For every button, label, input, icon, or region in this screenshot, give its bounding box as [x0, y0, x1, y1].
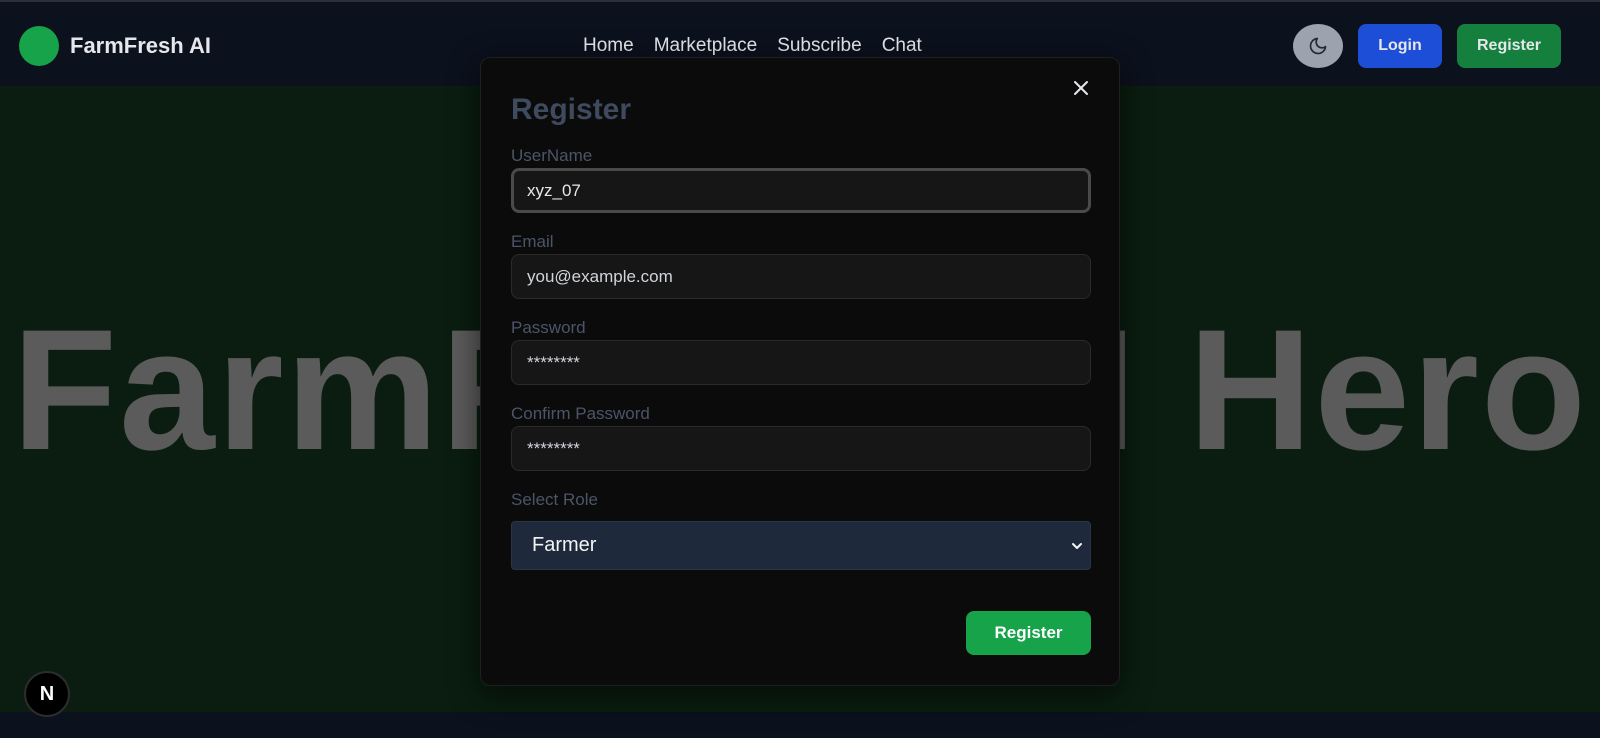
- nav-link-subscribe[interactable]: Subscribe: [777, 35, 862, 57]
- register-nav-button[interactable]: Register: [1457, 24, 1561, 68]
- moon-icon: [1309, 37, 1327, 55]
- password-input[interactable]: [511, 340, 1091, 385]
- close-button[interactable]: [1069, 76, 1093, 100]
- role-label: Select Role: [511, 490, 598, 509]
- confirm-password-input[interactable]: [511, 426, 1091, 471]
- brand-name: FarmFresh AI: [70, 33, 212, 58]
- confirm-password-label: Confirm Password: [511, 404, 650, 423]
- login-button[interactable]: Login: [1358, 24, 1442, 68]
- nav-links: Home Marketplace Subscribe Chat: [583, 35, 922, 57]
- role-select[interactable]: Farmer: [511, 521, 1091, 570]
- username-label: UserName: [511, 146, 593, 165]
- register-modal: Register UserName Email Password Confirm…: [480, 57, 1120, 686]
- logo-icon: [19, 26, 59, 66]
- brand[interactable]: FarmFresh AI: [19, 26, 211, 66]
- close-icon: [1074, 81, 1088, 95]
- chevron-down-icon: [1072, 543, 1082, 549]
- dev-badge-button[interactable]: N: [24, 671, 70, 717]
- role-select-value: Farmer: [532, 534, 597, 556]
- nav-link-marketplace[interactable]: Marketplace: [654, 35, 758, 57]
- username-input[interactable]: [511, 168, 1091, 213]
- page: FarmFresh AI Home Marketplace Subscribe …: [0, 0, 1600, 738]
- modal-title: Register: [511, 93, 632, 126]
- bottom-bar: [0, 712, 1600, 738]
- nav-link-chat[interactable]: Chat: [882, 35, 922, 57]
- password-label: Password: [511, 318, 586, 337]
- register-submit-button[interactable]: Register: [966, 611, 1091, 655]
- email-input[interactable]: [511, 254, 1091, 299]
- theme-toggle-button[interactable]: [1293, 24, 1343, 68]
- email-label: Email: [511, 232, 554, 251]
- nav-link-home[interactable]: Home: [583, 35, 634, 57]
